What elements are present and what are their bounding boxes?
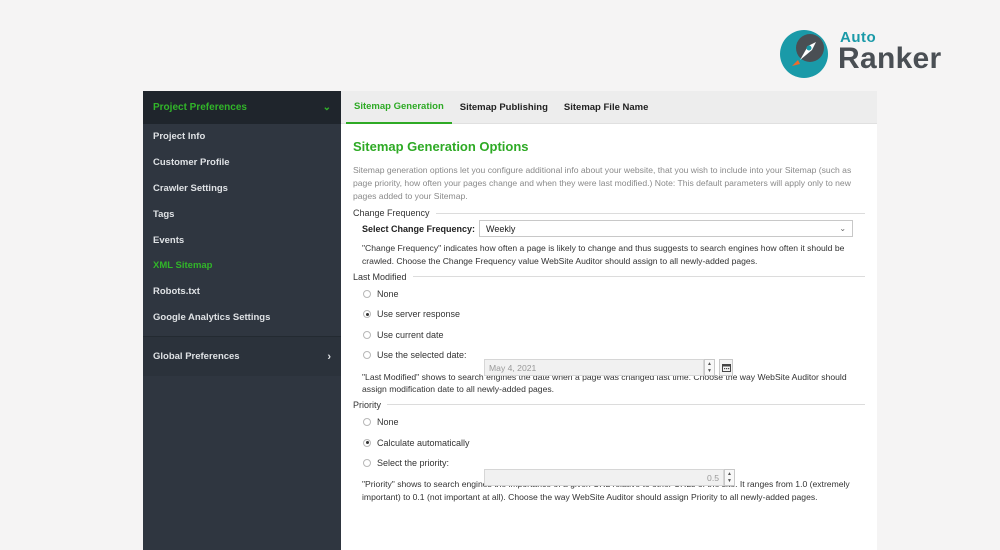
sidebar-header-project-preferences[interactable]: Project Preferences ⌄ bbox=[143, 91, 341, 124]
section-divider bbox=[435, 212, 865, 214]
change-frequency-row: Select Change Frequency: Weekly ⌄ bbox=[362, 220, 865, 238]
radio-label: Select the priority: bbox=[377, 458, 450, 469]
chevron-down-icon: ⌄ bbox=[839, 224, 847, 234]
page-description: Sitemap generation options let you confi… bbox=[353, 165, 852, 201]
sidebar-item-project-info[interactable]: Project Info bbox=[143, 124, 341, 150]
chevron-right-icon: › bbox=[327, 350, 331, 363]
rocket-logo-icon bbox=[780, 30, 828, 78]
date-stepper[interactable]: ▲ ▼ bbox=[704, 359, 715, 376]
chevron-down-icon[interactable]: ▼ bbox=[727, 478, 732, 485]
selected-date-field[interactable]: May 4, 2021 bbox=[484, 359, 704, 376]
tab-bar: Sitemap Generation Sitemap Publishing Si… bbox=[341, 91, 877, 124]
chevron-down-icon: ⌄ bbox=[322, 102, 331, 113]
radio-button[interactable] bbox=[363, 418, 371, 427]
priority-stepper[interactable]: ▲ ▼ bbox=[724, 469, 735, 486]
radio-button[interactable] bbox=[363, 459, 371, 468]
tab-sitemap-publishing[interactable]: Sitemap Publishing bbox=[452, 91, 556, 124]
chevron-up-icon[interactable]: ▲ bbox=[707, 361, 712, 368]
brand-ranker-text: Ranker bbox=[838, 42, 942, 75]
section-label: Last Modified bbox=[353, 271, 407, 282]
sidebar-item-google-analytics[interactable]: Google Analytics Settings bbox=[143, 305, 341, 331]
chevron-down-icon[interactable]: ▼ bbox=[707, 368, 712, 375]
change-frequency-note: "Change Frequency" indicates how often a… bbox=[362, 243, 845, 266]
radio-label: Calculate automatically bbox=[377, 437, 470, 448]
calendar-button[interactable] bbox=[719, 359, 733, 376]
sidebar-item-crawler-settings[interactable]: Crawler Settings bbox=[143, 176, 341, 202]
section-label: Priority bbox=[353, 399, 382, 410]
section-label: Change Frequency bbox=[353, 208, 430, 219]
sidebar-group-global-preferences[interactable]: Global Preferences › bbox=[143, 336, 341, 377]
radio-label: None bbox=[377, 288, 399, 299]
section-divider bbox=[387, 404, 865, 406]
tab-sitemap-file-name[interactable]: Sitemap File Name bbox=[556, 91, 656, 124]
main-panel: Sitemap Generation Sitemap Publishing Si… bbox=[341, 91, 877, 550]
app-window: Project Preferences ⌄ Project Info Custo… bbox=[143, 91, 877, 550]
sidebar-item-xml-sitemap[interactable]: XML Sitemap bbox=[143, 253, 341, 279]
chevron-up-icon[interactable]: ▲ bbox=[727, 471, 732, 478]
radio-label: Use server response bbox=[377, 309, 461, 320]
radio-priority-none[interactable]: None bbox=[363, 412, 865, 433]
radio-label: Use the selected date: bbox=[377, 350, 467, 361]
radio-button[interactable] bbox=[363, 330, 371, 339]
priority-value-field[interactable]: 0.5 bbox=[484, 469, 724, 486]
section-last-modified: Last Modified bbox=[353, 272, 865, 282]
page-title: Sitemap Generation Options bbox=[353, 139, 529, 154]
sidebar: Project Preferences ⌄ Project Info Custo… bbox=[143, 91, 341, 550]
radio-button[interactable] bbox=[363, 289, 371, 298]
sidebar-group-label: Global Preferences bbox=[153, 351, 240, 363]
priority-value: 0.5 bbox=[707, 472, 719, 483]
radio-label: None bbox=[377, 417, 399, 428]
radio-last-modified-current-date[interactable]: Use current date bbox=[363, 325, 865, 346]
change-frequency-label: Select Change Frequency: bbox=[362, 223, 476, 234]
radio-last-modified-server-response[interactable]: Use server response bbox=[363, 304, 865, 325]
sidebar-item-robots-txt[interactable]: Robots.txt bbox=[143, 279, 341, 305]
section-change-frequency: Change Frequency bbox=[353, 208, 865, 218]
date-value: May 4, 2021 bbox=[489, 362, 537, 373]
sidebar-item-events[interactable]: Events bbox=[143, 227, 341, 253]
radio-last-modified-none[interactable]: None bbox=[363, 284, 865, 305]
tab-sitemap-generation[interactable]: Sitemap Generation bbox=[346, 91, 452, 124]
settings-content: Sitemap Generation Options Sitemap gener… bbox=[341, 139, 877, 503]
auto-ranker-logo: Auto Ranker bbox=[778, 26, 968, 82]
section-priority: Priority bbox=[353, 400, 865, 410]
radio-label: Use current date bbox=[377, 329, 444, 340]
radio-button[interactable] bbox=[363, 351, 371, 360]
radio-button-checked[interactable] bbox=[363, 310, 371, 319]
section-divider bbox=[412, 276, 865, 278]
sidebar-item-tags[interactable]: Tags bbox=[143, 201, 341, 227]
sidebar-header-label: Project Preferences bbox=[153, 102, 247, 113]
change-frequency-select[interactable]: Weekly ⌄ bbox=[479, 220, 854, 238]
select-value: Weekly bbox=[486, 223, 516, 234]
radio-priority-auto[interactable]: Calculate automatically bbox=[363, 432, 865, 453]
calendar-icon bbox=[721, 364, 731, 372]
sidebar-item-customer-profile[interactable]: Customer Profile bbox=[143, 150, 341, 176]
radio-button-checked[interactable] bbox=[363, 438, 371, 447]
